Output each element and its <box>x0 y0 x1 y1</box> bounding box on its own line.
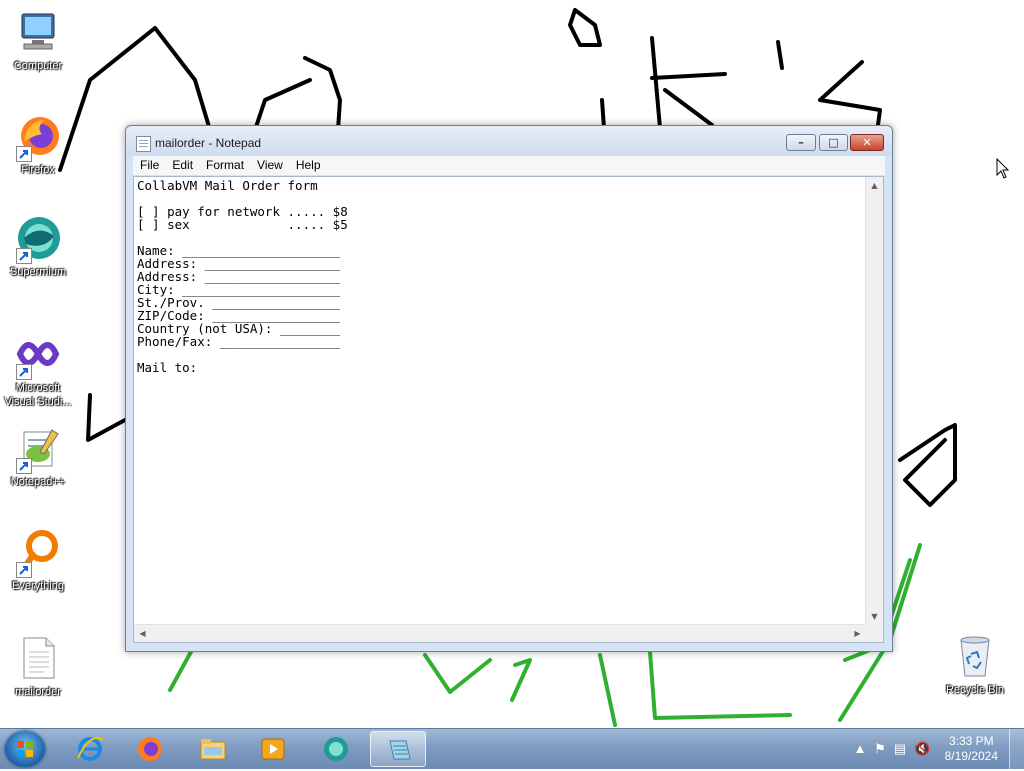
green-scribble <box>168 648 194 692</box>
desktop-icon-supermium[interactable]: Supermium <box>0 214 76 279</box>
system-tray: ▲ ⚑ ▤ 🔇 3:33 PM 8/19/2024 <box>844 729 1024 769</box>
firefox-icon <box>138 737 162 761</box>
notepad-window[interactable]: mailorder - Notepad – □ ✕ File Edit Format… <box>125 125 893 652</box>
visual-studio-icon <box>14 330 62 380</box>
desktop-icon-everything[interactable]: Everything <box>0 528 76 593</box>
black-scribble <box>663 88 714 127</box>
start-button[interactable] <box>5 731 45 767</box>
menu-format[interactable]: Format <box>199 156 250 172</box>
document-text[interactable]: CollabVM Mail Order form [ ] pay for net… <box>137 179 863 622</box>
folder-icon <box>200 739 226 760</box>
desktop-icon-computer[interactable]: Computer <box>0 8 76 73</box>
mouse-cursor-icon <box>996 158 1010 179</box>
taskbar-notepad[interactable] <box>370 731 426 767</box>
desktop-icon-label: Notepad++ <box>10 476 66 488</box>
minimize-button[interactable]: – <box>786 134 816 151</box>
clock-date: 8/19/2024 <box>944 749 998 763</box>
black-scribble <box>898 423 957 507</box>
close-icon: ✕ <box>862 136 872 149</box>
supermium-icon <box>324 737 348 761</box>
desktop-icon-label: Recycle Bin <box>945 684 1005 696</box>
everything-icon <box>14 528 62 578</box>
shortcut-arrow-icon <box>16 364 32 380</box>
firefox-icon <box>14 112 62 162</box>
scrollbar-corner <box>866 625 883 642</box>
recycle-bin-icon <box>951 632 999 680</box>
action-center-flag-icon[interactable]: ⚑ <box>872 741 888 757</box>
black-scribble <box>253 78 312 132</box>
shortcut-arrow-icon <box>16 458 32 474</box>
black-scribble <box>303 56 342 132</box>
taskbar-internet-explorer[interactable] <box>62 731 118 767</box>
windows-logo-icon <box>17 741 33 757</box>
menu-help[interactable]: Help <box>289 156 327 172</box>
network-icon[interactable]: ▤ <box>892 741 908 757</box>
volume-muted-icon[interactable]: 🔇 <box>914 741 930 757</box>
scroll-left-icon[interactable]: ◀ <box>134 625 151 642</box>
green-scribble <box>648 650 792 720</box>
black-scribble <box>600 98 606 130</box>
media-player-icon <box>261 738 285 760</box>
desktop-icon-notepadpp[interactable]: Notepad++ <box>0 424 76 489</box>
taskbar-supermium[interactable] <box>308 731 364 767</box>
black-scribble <box>568 8 602 47</box>
green-scribble <box>510 658 532 702</box>
clock-time: 3:33 PM <box>948 734 994 748</box>
notepad-icon <box>136 136 151 152</box>
desktop-icon-visual-studio[interactable]: Microsoft Visual Studi... <box>0 330 76 409</box>
desktop-icon-recycle-bin[interactable]: Recycle Bin <box>937 632 1013 697</box>
green-scribble <box>423 653 492 694</box>
desktop-icon-mailorder[interactable]: mailorder <box>0 634 76 699</box>
text-editor[interactable]: CollabVM Mail Order form [ ] pay for net… <box>133 176 884 643</box>
internet-explorer-icon <box>77 737 104 761</box>
notepad-icon <box>389 740 411 760</box>
desktop-icon-label: Everything <box>12 580 64 592</box>
green-scribble <box>598 653 617 727</box>
horizontal-scrollbar[interactable]: ◀ ▶ <box>134 624 866 642</box>
scroll-up-icon[interactable]: ▲ <box>866 177 883 194</box>
computer-icon <box>14 8 62 56</box>
desktop-icon-label: Supermium <box>9 266 67 278</box>
black-scribble <box>818 60 882 127</box>
desktop-icon-label: Firefox <box>21 164 55 176</box>
scroll-down-icon[interactable]: ▼ <box>866 608 883 625</box>
close-button[interactable]: ✕ <box>850 134 884 151</box>
desktop-icon-label: mailorder <box>15 686 61 698</box>
maximize-icon: □ <box>828 136 839 149</box>
show-hidden-icons-arrow[interactable]: ▲ <box>852 741 868 757</box>
black-scribble <box>86 393 127 442</box>
taskbar-firefox[interactable] <box>122 731 178 767</box>
shortcut-arrow-icon <box>16 562 32 578</box>
notepadpp-icon <box>14 424 62 474</box>
shortcut-arrow-icon <box>16 248 32 264</box>
black-scribble <box>776 40 784 70</box>
menu-view[interactable]: View <box>250 156 289 172</box>
menu-edit[interactable]: Edit <box>165 156 199 172</box>
taskbar-windows-media-player[interactable] <box>245 731 301 767</box>
desktop-icon-label: Microsoft Visual Studi... <box>4 382 72 408</box>
supermium-icon <box>14 214 62 264</box>
black-scribble <box>650 36 662 130</box>
text-file-icon <box>14 634 62 682</box>
menu-file[interactable]: File <box>133 156 165 172</box>
clock[interactable]: 3:33 PM 8/19/2024 <box>945 734 998 764</box>
window-titlebar[interactable]: mailorder - Notepad – □ ✕ <box>126 126 892 156</box>
taskbar: ▲ ⚑ ▤ 🔇 3:33 PM 8/19/2024 <box>0 728 1024 769</box>
black-scribble <box>650 72 727 80</box>
desktop-icon-firefox[interactable]: Firefox <box>0 112 76 177</box>
shortcut-arrow-icon <box>16 146 32 162</box>
window-title: mailorder - Notepad <box>155 136 262 150</box>
vertical-scrollbar[interactable]: ▲ ▼ <box>865 177 883 625</box>
taskbar-windows-explorer[interactable] <box>185 731 241 767</box>
menu-bar: File Edit Format View Help <box>133 156 885 175</box>
maximize-button[interactable]: □ <box>819 134 848 151</box>
show-desktop-button[interactable] <box>1009 729 1024 769</box>
scroll-right-icon[interactable]: ▶ <box>849 625 866 642</box>
desktop-icon-label: Computer <box>13 60 63 72</box>
minimize-icon: – <box>798 136 804 149</box>
